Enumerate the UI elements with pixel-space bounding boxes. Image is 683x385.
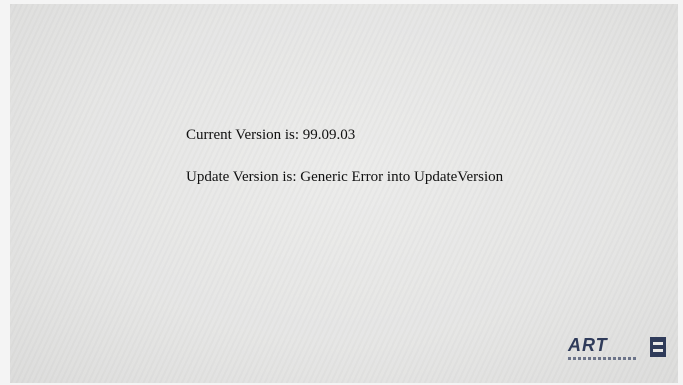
brand-logo-mark: ART bbox=[568, 335, 608, 355]
current-version-text: Current Version is: 99.09.03 bbox=[186, 127, 356, 143]
photo-frame: Current Version is: 99.09.03 Update Vers… bbox=[0, 0, 683, 385]
screen-moire bbox=[10, 4, 678, 383]
display-screen: Current Version is: 99.09.03 Update Vers… bbox=[10, 4, 678, 383]
brand-logo-subtitle bbox=[568, 357, 638, 360]
brand-logo-icon: ART bbox=[568, 335, 666, 365]
update-version-text: Update Version is: Generic Error into Up… bbox=[186, 169, 504, 185]
brand-logo-emblem bbox=[650, 337, 666, 357]
